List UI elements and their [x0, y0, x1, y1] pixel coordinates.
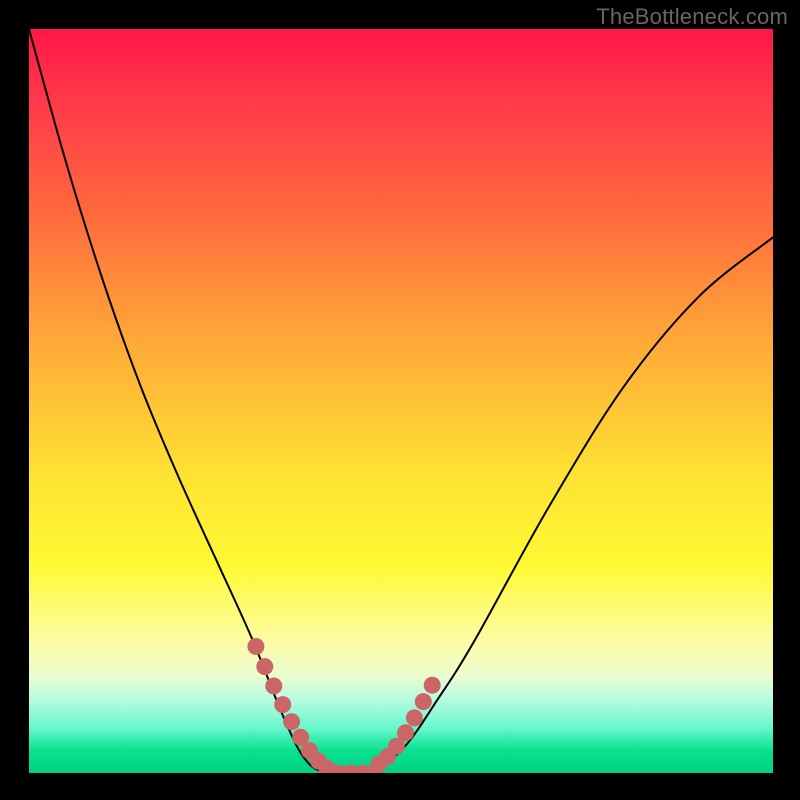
- highlight-marker: [424, 677, 441, 694]
- highlight-marker: [397, 724, 414, 741]
- highlight-marker: [247, 638, 264, 655]
- highlight-marker: [265, 678, 282, 695]
- highlight-marker: [283, 713, 300, 730]
- plot-area: [29, 29, 773, 773]
- curve-svg: [29, 29, 773, 773]
- highlight-marker: [256, 658, 273, 675]
- marker-group-right: [370, 677, 441, 773]
- watermark-label: TheBottleneck.com: [596, 4, 788, 30]
- highlight-marker: [406, 709, 423, 726]
- bottleneck-curve-path: [29, 29, 773, 773]
- highlight-marker: [274, 696, 291, 713]
- chart-stage: TheBottleneck.com: [0, 0, 800, 800]
- highlight-marker: [415, 693, 432, 710]
- marker-group-bottom: [318, 765, 383, 774]
